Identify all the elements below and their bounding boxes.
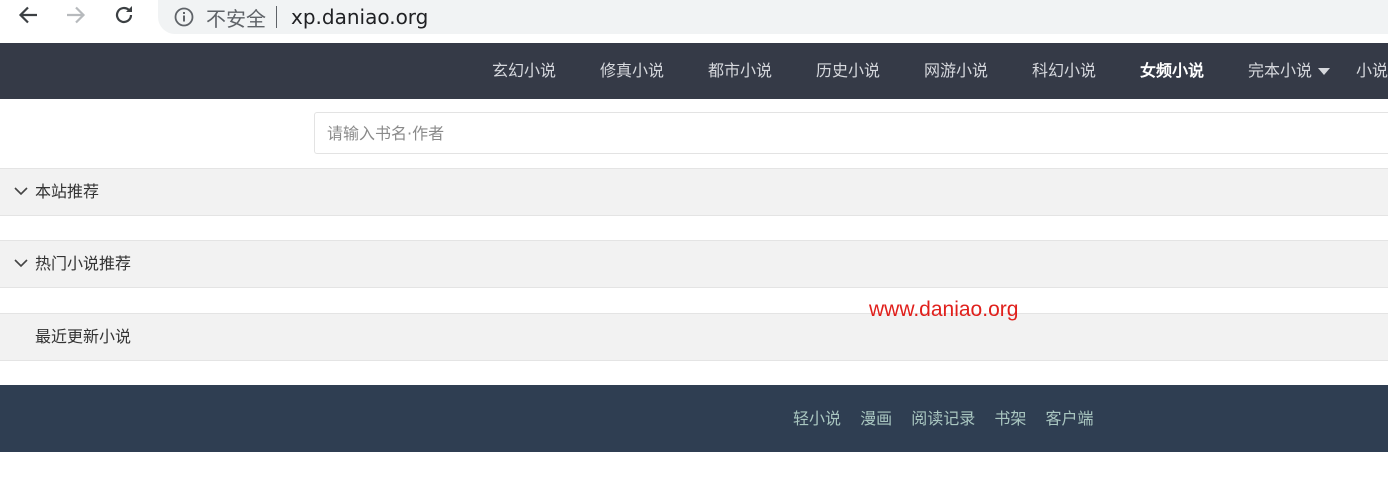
section-hot[interactable]: 热门小说推荐 <box>0 240 1388 288</box>
chevron-down-icon <box>14 187 28 196</box>
footer-link-light-novel[interactable]: 轻小说 <box>793 409 841 428</box>
footer-links: 轻小说 漫画 阅读记录 书架 客户端 <box>793 385 1107 452</box>
footer-link-reading-history[interactable]: 阅读记录 <box>911 409 975 428</box>
caret-down-icon <box>1318 68 1331 75</box>
watermark: www.daniao.org <box>869 298 1019 321</box>
section-title: 本站推荐 <box>35 182 100 201</box>
back-button[interactable] <box>15 2 41 28</box>
nav-item-xiuzhen[interactable]: 修真小说 <box>600 43 664 99</box>
section-recommended[interactable]: 本站推荐 <box>0 168 1388 216</box>
nav-item-more[interactable]: 小说 <box>1356 43 1388 99</box>
nav-item-xuanhuan[interactable]: 玄幻小说 <box>492 43 556 99</box>
section-latest[interactable]: 最近更新小说 <box>0 313 1388 361</box>
footer-link-comics[interactable]: 漫画 <box>860 409 892 428</box>
footer: 轻小说 漫画 阅读记录 书架 客户端 <box>0 385 1388 452</box>
info-icon[interactable] <box>174 7 194 27</box>
nav-item-kehuan[interactable]: 科幻小说 <box>1032 43 1096 99</box>
arrow-left-icon <box>18 6 37 24</box>
forward-button[interactable] <box>63 2 89 28</box>
nav-item-wanben-label: 完本小说 <box>1248 61 1313 80</box>
nav-item-wanben[interactable]: 完本小说 <box>1248 43 1331 99</box>
footer-link-client[interactable]: 客户端 <box>1045 409 1093 428</box>
arrow-right-icon <box>67 6 86 24</box>
nav-item-lishi[interactable]: 历史小说 <box>816 43 880 99</box>
footer-link-bookshelf[interactable]: 书架 <box>994 409 1026 428</box>
nav-item-dushi[interactable]: 都市小说 <box>708 43 772 99</box>
section-title: 热门小说推荐 <box>35 254 132 273</box>
divider <box>276 6 277 28</box>
nav-item-nvpin[interactable]: 女频小说 <box>1140 43 1204 99</box>
reload-icon <box>115 6 133 24</box>
reload-button[interactable] <box>111 2 137 28</box>
security-label: 不安全 <box>206 6 266 31</box>
section-title: 最近更新小说 <box>35 327 132 346</box>
browser-toolbar: 不安全 xp.daniao.org <box>0 0 1388 43</box>
url-text[interactable]: xp.daniao.org <box>291 5 428 29</box>
address-bar[interactable]: 不安全 xp.daniao.org <box>158 0 1388 34</box>
chevron-down-icon <box>14 259 28 268</box>
nav-item-wangyou[interactable]: 网游小说 <box>924 43 988 99</box>
search-input[interactable] <box>314 112 1388 154</box>
site-nav: 玄幻小说 修真小说 都市小说 历史小说 网游小说 科幻小说 女频小说 完本小说 … <box>0 43 1388 99</box>
